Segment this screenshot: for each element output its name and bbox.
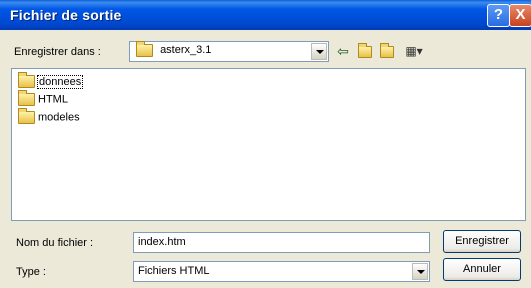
new-folder-icon[interactable] — [377, 42, 397, 60]
window-title: Fichier de sortie — [10, 7, 122, 23]
close-button[interactable]: X — [509, 4, 531, 27]
list-item[interactable]: HTML — [18, 90, 68, 108]
filetype-label: Type : — [16, 266, 46, 278]
save-in-value: asterx_3.1 — [160, 44, 212, 57]
folder-icon — [18, 72, 35, 88]
filetype-value: Fichiers HTML — [138, 265, 210, 277]
list-item[interactable]: modeles — [18, 108, 80, 126]
file-name: donnees — [36, 74, 84, 89]
save-button[interactable]: Enregistrer — [443, 230, 521, 253]
save-in-dropdown[interactable]: asterx_3.1 — [129, 41, 329, 62]
chevron-down-icon[interactable] — [311, 43, 327, 60]
cancel-button[interactable]: Annuler — [443, 258, 521, 281]
file-list[interactable]: donnees HTML modeles — [11, 68, 526, 221]
filename-field[interactable]: index.htm — [133, 232, 430, 253]
folder-icon — [18, 108, 35, 124]
file-name: modeles — [38, 111, 80, 124]
chevron-down-icon[interactable] — [412, 263, 428, 280]
file-name: HTML — [38, 93, 68, 106]
title-bar: Fichier de sortie ? X — [0, 0, 531, 30]
arrow-left-icon[interactable]: ⇦ — [333, 42, 353, 60]
filename-label: Nom du fichier : — [16, 237, 94, 249]
save-in-label: Enregistrer dans : — [14, 46, 101, 58]
list-item[interactable]: donnees — [18, 72, 84, 90]
filename-value: index.htm — [138, 236, 186, 248]
help-button[interactable]: ? — [487, 4, 510, 27]
view-menu-icon[interactable]: ▦▾ — [401, 42, 427, 60]
filetype-dropdown[interactable]: Fichiers HTML — [133, 261, 430, 282]
folder-icon — [136, 41, 153, 57]
folder-icon — [18, 90, 35, 106]
folder-up-icon[interactable] — [355, 42, 375, 60]
